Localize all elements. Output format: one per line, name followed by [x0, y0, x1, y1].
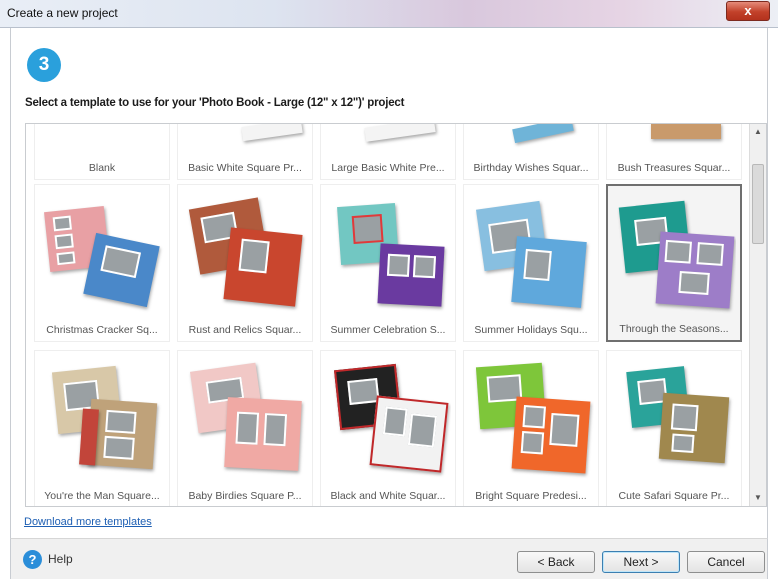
- template-label: Christmas Cracker Sq...: [46, 324, 158, 336]
- cancel-button[interactable]: Cancel: [687, 551, 765, 573]
- next-button[interactable]: Next >: [602, 551, 680, 573]
- template-tile[interactable]: Christmas Cracker Sq...: [34, 184, 170, 342]
- template-thumbnail: [182, 189, 308, 319]
- template-tile[interactable]: Baby Birdies Square P...: [177, 350, 313, 506]
- help-question-icon: ?: [23, 549, 42, 569]
- template-thumbnail: [611, 124, 737, 157]
- template-tile[interactable]: Basic White Square Pr...: [177, 124, 313, 180]
- template-label: Bright Square Predesi...: [475, 490, 587, 502]
- template-tile[interactable]: Bright Square Predesi...: [463, 350, 599, 506]
- template-label: Basic White Square Pr...: [188, 162, 302, 174]
- window-title: Create a new project: [7, 6, 118, 20]
- scroll-down-arrow-icon[interactable]: ▼: [750, 490, 766, 506]
- dialog-footer: ? Help < Back Next > Cancel: [10, 538, 768, 579]
- template-thumbnail: [611, 355, 737, 485]
- template-thumbnail: [468, 124, 594, 157]
- template-thumbnail: [325, 124, 451, 157]
- download-more-templates-link[interactable]: Download more templates: [24, 516, 152, 528]
- template-thumbnail: [612, 190, 736, 318]
- template-thumbnail: [39, 124, 165, 157]
- template-label: Through the Seasons...: [619, 323, 729, 335]
- help-label: Help: [48, 552, 73, 566]
- template-label: Summer Celebration S...: [330, 324, 446, 336]
- template-label: Baby Birdies Square P...: [188, 490, 302, 502]
- template-thumbnail: [182, 124, 308, 157]
- instructions-text: Select a template to use for your 'Photo…: [25, 97, 405, 109]
- template-label: Large Basic White Pre...: [331, 162, 445, 174]
- template-label: You're the Man Square...: [44, 490, 160, 502]
- close-button[interactable]: x: [726, 1, 770, 21]
- template-label: Summer Holidays Squ...: [474, 324, 588, 336]
- template-tile[interactable]: Large Basic White Pre...: [320, 124, 456, 180]
- template-tile[interactable]: Summer Celebration S...: [320, 184, 456, 342]
- template-thumbnail: [468, 189, 594, 319]
- template-tile[interactable]: Bush Treasures Squar...: [606, 124, 742, 180]
- template-label: Cute Safari Square Pr...: [618, 490, 730, 502]
- template-thumbnail: [39, 355, 165, 485]
- template-thumbnail: [325, 189, 451, 319]
- scroll-up-arrow-icon[interactable]: ▲: [750, 124, 766, 140]
- template-thumbnail: [468, 355, 594, 485]
- template-label: Bush Treasures Squar...: [617, 162, 731, 174]
- template-tile[interactable]: You're the Man Square...: [34, 350, 170, 506]
- step-badge: 3: [27, 48, 61, 82]
- template-tile-selected[interactable]: Through the Seasons...: [606, 184, 742, 342]
- title-bar: Create a new project x: [0, 0, 778, 28]
- template-label: Blank: [88, 162, 116, 174]
- help-button[interactable]: ? Help: [23, 549, 73, 569]
- dialog-content: 3 Select a template to use for your 'Pho…: [10, 28, 768, 538]
- template-tile[interactable]: Rust and Relics Squar...: [177, 184, 313, 342]
- template-grid: Blank Basic White Square Pr... Large Bas…: [25, 123, 767, 507]
- scroll-thumb[interactable]: [752, 164, 764, 244]
- template-grid-scrollbar[interactable]: ▲ ▼: [749, 124, 766, 506]
- template-tile[interactable]: Summer Holidays Squ...: [463, 184, 599, 342]
- template-thumbnail: [325, 355, 451, 485]
- template-label: Black and White Squar...: [330, 490, 446, 502]
- template-tile[interactable]: Birthday Wishes Squar...: [463, 124, 599, 180]
- template-tile[interactable]: Blank: [34, 124, 170, 180]
- template-tile[interactable]: Black and White Squar...: [320, 350, 456, 506]
- template-thumbnail: [182, 355, 308, 485]
- back-button[interactable]: < Back: [517, 551, 595, 573]
- template-label: Rust and Relics Squar...: [188, 324, 302, 336]
- template-label: Birthday Wishes Squar...: [473, 162, 589, 174]
- template-thumbnail: [39, 189, 165, 319]
- template-tile[interactable]: Cute Safari Square Pr...: [606, 350, 742, 506]
